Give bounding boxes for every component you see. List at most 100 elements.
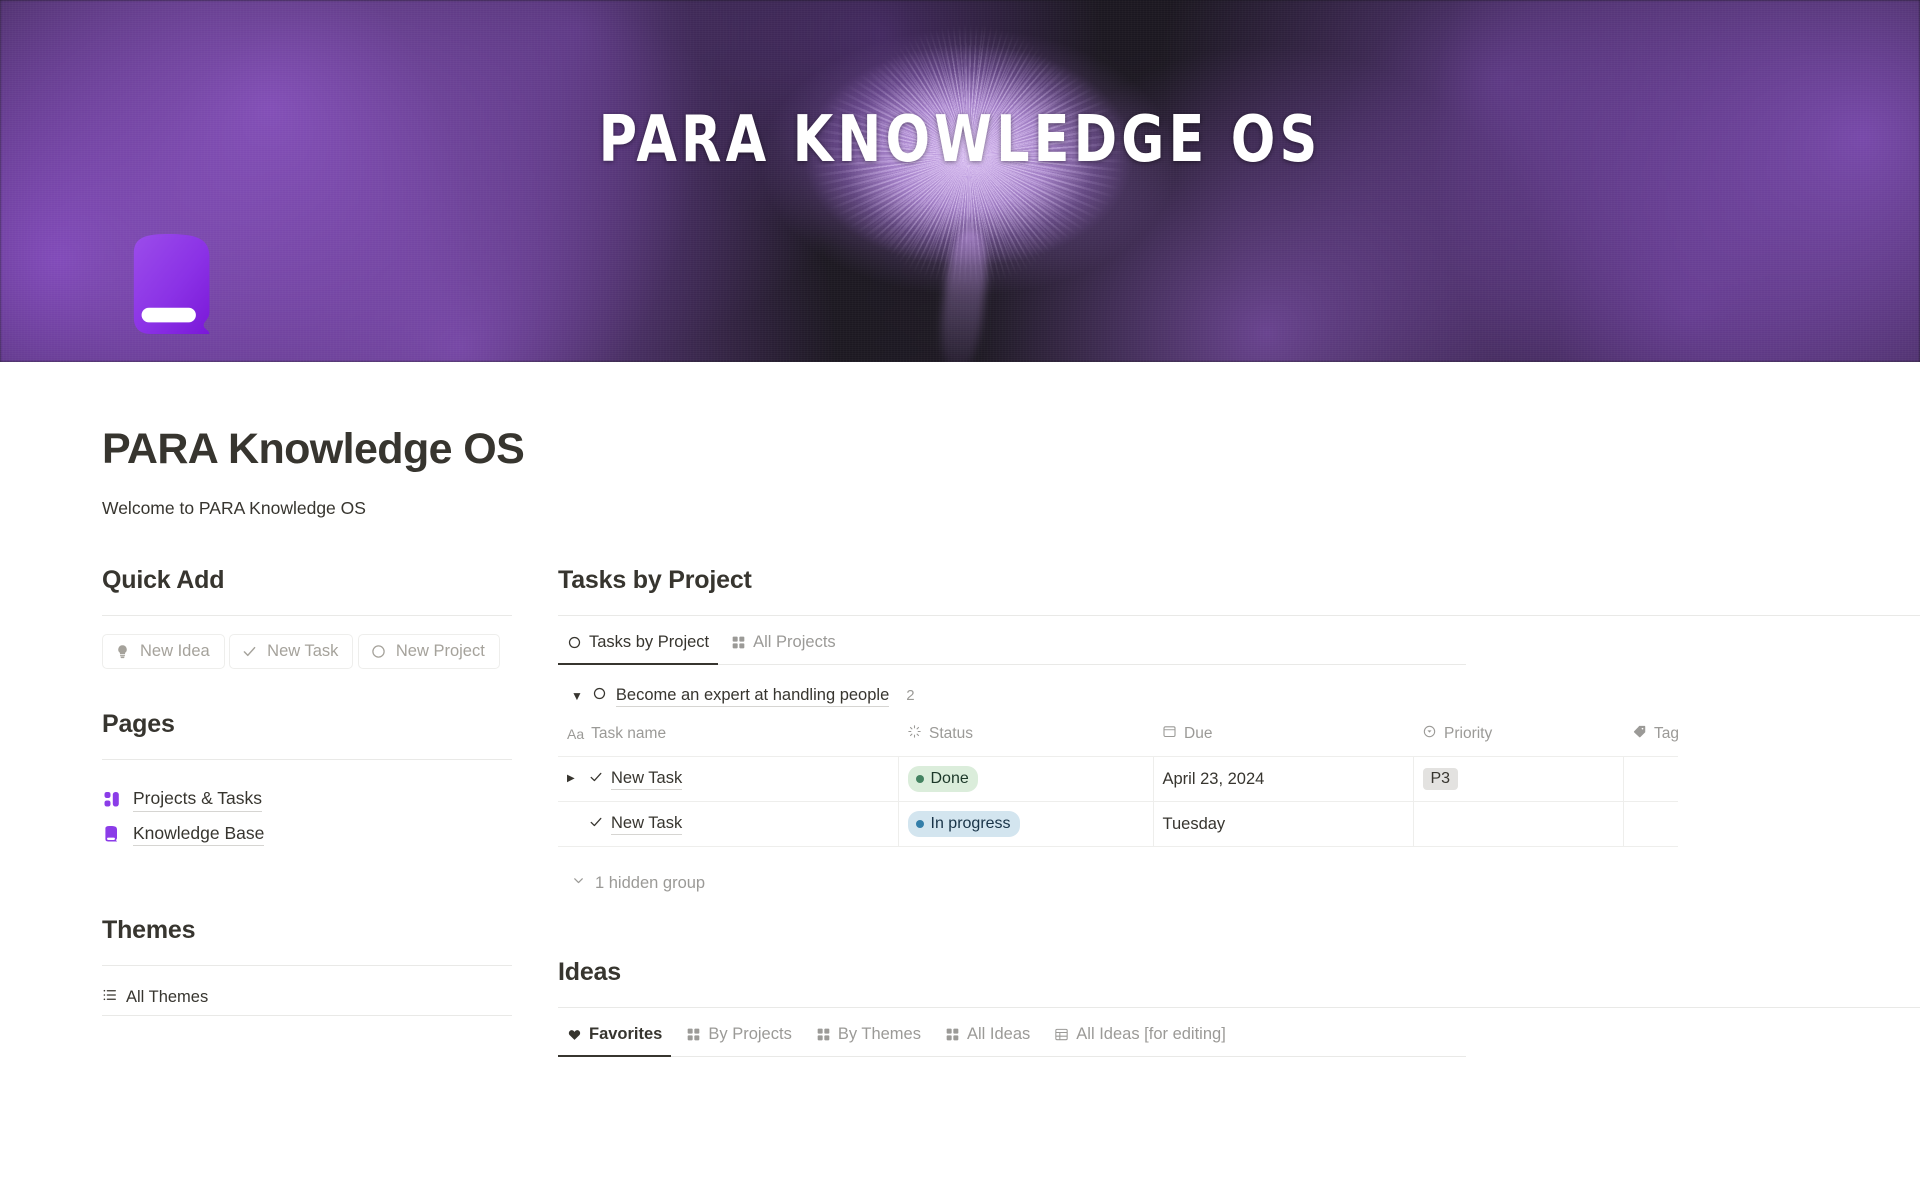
task-name-link[interactable]: New Task	[611, 813, 683, 836]
tab-by-projects[interactable]: By Projects	[677, 1017, 800, 1057]
table-row[interactable]: New Task In progress Tuesday	[558, 801, 1678, 848]
new-idea-button[interactable]: New Idea	[102, 633, 225, 669]
tab-label: All Ideas	[966, 1025, 1031, 1044]
cell-due[interactable]: Tuesday	[1153, 801, 1414, 848]
ideas-section: Ideas Favorites By Projects By Themes Al…	[558, 957, 1920, 1058]
two-column-layout: Quick Add New Idea New Task New Project …	[0, 565, 1920, 1058]
column-header-priority[interactable]: Priority	[1413, 718, 1623, 758]
ideas-view-tabs: Favorites By Projects By Themes All Idea…	[558, 1017, 1466, 1058]
check-icon	[241, 643, 258, 660]
tasks-table: Aa Task name Status Due Priority Tag ▶ N…	[558, 718, 1678, 848]
page-subtitle: Welcome to PARA Knowledge OS	[102, 498, 366, 519]
quick-add-buttons: New Idea New Task New Project	[102, 633, 512, 677]
tasks-by-project-heading: Tasks by Project	[558, 565, 752, 594]
quick-add-section: Quick Add New Idea New Task New Project	[102, 565, 512, 677]
cell-tags[interactable]	[1623, 756, 1678, 803]
group-name[interactable]: Become an expert at handling people	[615, 684, 890, 708]
status-dot	[915, 775, 924, 784]
themes-section: Themes All Themes	[102, 915, 512, 1017]
gallery-icon	[816, 1027, 831, 1042]
chevron-down-icon	[571, 873, 586, 893]
cell-status[interactable]: In progress	[898, 801, 1154, 848]
row-expand-caret[interactable]: ▶	[567, 774, 581, 784]
tag-icon	[1632, 724, 1647, 744]
gallery-icon	[686, 1027, 701, 1042]
heart-icon	[567, 1027, 582, 1042]
column-header-tags[interactable]: Tags	[1623, 718, 1678, 758]
table-row[interactable]: ▶ New Task Done April 23, 2024 P3	[558, 756, 1678, 803]
cover-banner-text: PARA KNOWLEDGE OS	[598, 103, 1322, 177]
circle-icon	[370, 643, 387, 660]
tab-all-ideas-for-editing[interactable]: All Ideas [for editing]	[1045, 1017, 1235, 1057]
table-header-row: Aa Task name Status Due Priority Tag	[558, 718, 1678, 758]
book-icon	[105, 825, 117, 842]
column-label: Task name	[591, 725, 667, 743]
cell-due[interactable]: April 23, 2024	[1153, 756, 1414, 803]
divider	[558, 1007, 1920, 1009]
circle-icon	[567, 635, 582, 650]
new-project-button[interactable]: New Project	[357, 633, 500, 669]
divider	[558, 614, 1920, 616]
tab-all-ideas[interactable]: All Ideas	[936, 1017, 1039, 1057]
list-view-icon	[102, 987, 118, 1008]
calendar-icon	[1162, 724, 1177, 744]
new-task-button[interactable]: New Task	[229, 633, 354, 669]
themes-tabs-underline	[102, 1015, 512, 1017]
database-group-header[interactable]: ▼ Become an expert at handling people 2	[558, 665, 1920, 718]
tab-by-themes[interactable]: By Themes	[807, 1017, 930, 1057]
cell-status[interactable]: Done	[898, 756, 1154, 803]
circle-icon	[592, 686, 607, 706]
page-link-label: Knowledge Base	[133, 822, 265, 847]
tab-all-themes[interactable]: All Themes	[102, 987, 208, 1015]
page-title: PARA Knowledge OS	[102, 425, 525, 473]
page-book-icon[interactable]	[128, 232, 225, 337]
group-collapse-caret[interactable]: ▼	[571, 690, 583, 702]
tab-label: Tasks by Project	[589, 632, 710, 651]
page-content: PARA Knowledge OS Welcome to PARA Knowle…	[0, 362, 1920, 1058]
page-link-projects-tasks[interactable]: Projects & Tasks	[102, 782, 512, 817]
task-name-link[interactable]: New Task	[611, 768, 683, 791]
tab-favorites[interactable]: Favorites	[558, 1017, 672, 1058]
select-icon	[1422, 724, 1437, 744]
tab-label: All Projects	[753, 632, 836, 651]
tab-label: All Themes	[126, 988, 209, 1007]
tab-label: By Projects	[708, 1025, 792, 1044]
tab-tasks-by-project[interactable]: Tasks by Project	[558, 625, 719, 665]
left-column: Quick Add New Idea New Task New Project …	[102, 565, 512, 1057]
table-icon	[1054, 1027, 1069, 1042]
column-header-due[interactable]: Due	[1153, 718, 1413, 758]
status-dot	[915, 820, 924, 829]
cell-task-name[interactable]: ▶ New Task	[558, 756, 899, 803]
cell-priority[interactable]	[1413, 801, 1624, 848]
status-badge: Done	[907, 766, 978, 793]
hidden-group-toggle[interactable]: 1 hidden group	[558, 847, 1920, 893]
cell-task-name[interactable]: New Task	[558, 801, 899, 848]
check-icon	[588, 769, 604, 790]
divider	[102, 965, 512, 967]
new-project-label: New Project	[395, 641, 485, 660]
database-view-tabs: Tasks by Project All Projects	[558, 625, 1466, 665]
priority-badge: P3	[1422, 768, 1459, 791]
divider	[102, 758, 512, 760]
tab-label: Favorites	[589, 1025, 663, 1044]
page-link-label: Projects & Tasks	[133, 787, 263, 812]
cell-tags[interactable]	[1623, 801, 1678, 848]
page-link-knowledge-base[interactable]: Knowledge Base	[102, 817, 512, 852]
gallery-icon	[731, 635, 746, 650]
group-count: 2	[906, 687, 915, 705]
pages-list: Projects & Tasks Knowledge Base	[102, 782, 512, 851]
cell-priority[interactable]: P3	[1413, 756, 1624, 803]
page-header: PARA Knowledge OS Welcome to PARA Knowle…	[0, 362, 1920, 521]
new-idea-label: New Idea	[140, 641, 210, 660]
tab-label: By Themes	[837, 1025, 921, 1044]
hidden-group-label: 1 hidden group	[595, 873, 706, 892]
new-task-label: New Task	[267, 641, 339, 660]
tab-all-projects[interactable]: All Projects	[722, 625, 845, 665]
column-header-task-name[interactable]: Aa Task name	[558, 718, 898, 758]
quick-add-heading: Quick Add	[102, 565, 225, 594]
tab-label: All Ideas [for editing]	[1076, 1025, 1226, 1044]
status-icon	[907, 724, 922, 744]
column-header-status[interactable]: Status	[898, 718, 1153, 758]
page-cover: PARA KNOWLEDGE OS	[0, 0, 1920, 362]
pages-section: Pages Projects & Tasks Knowledge Base	[102, 709, 512, 851]
